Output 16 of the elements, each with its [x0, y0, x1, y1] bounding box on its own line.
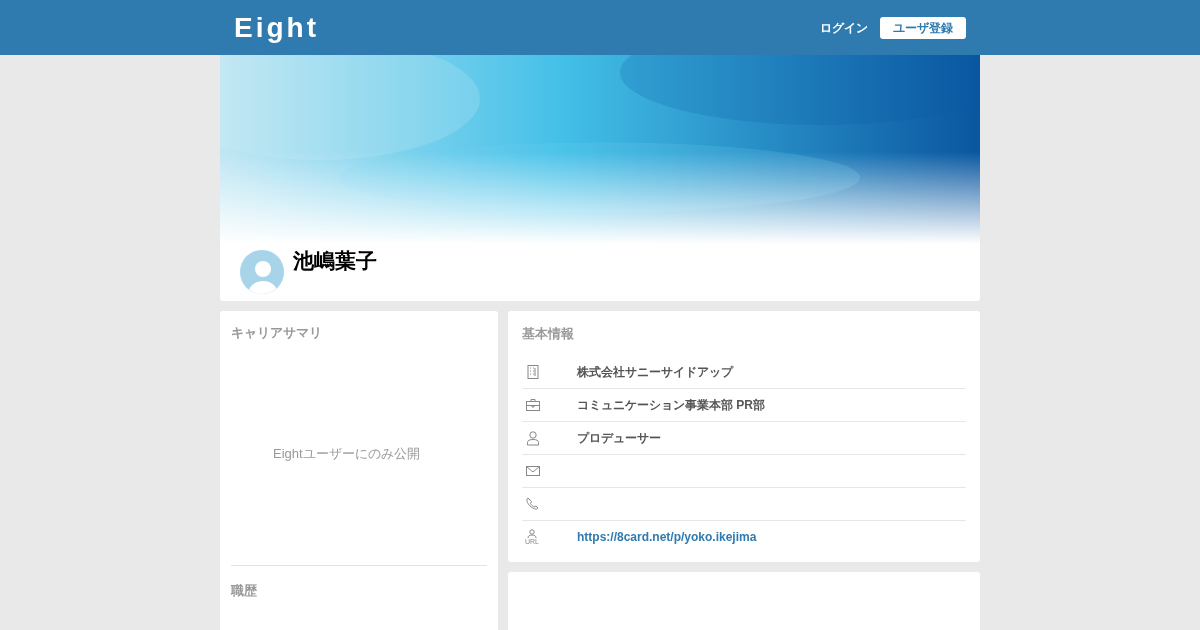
- login-link[interactable]: ログイン: [820, 18, 868, 37]
- profile-name: 池嶋葉子: [293, 248, 377, 274]
- briefcase-icon: [525, 396, 541, 413]
- building-icon: [525, 363, 541, 380]
- info-value: 株式会社サニーサイドアップ: [577, 363, 733, 381]
- register-button[interactable]: ユーザ登録: [880, 16, 966, 39]
- person-icon: [525, 429, 541, 446]
- section-title: 基本情報: [522, 325, 575, 343]
- info-value: コミュニケーション事業本部 PR部: [577, 396, 765, 414]
- phone-icon: [525, 495, 541, 512]
- restricted-notice: Eightユーザーにのみ公開: [273, 444, 420, 463]
- section-title: キャリアサマリ: [231, 324, 323, 342]
- logo[interactable]: Eight: [234, 6, 319, 49]
- section-title: 職歴: [231, 582, 257, 598]
- profile-link[interactable]: https://8card.net/p/yoko.ikejima: [577, 528, 757, 546]
- info-value: プロデューサー: [577, 429, 661, 447]
